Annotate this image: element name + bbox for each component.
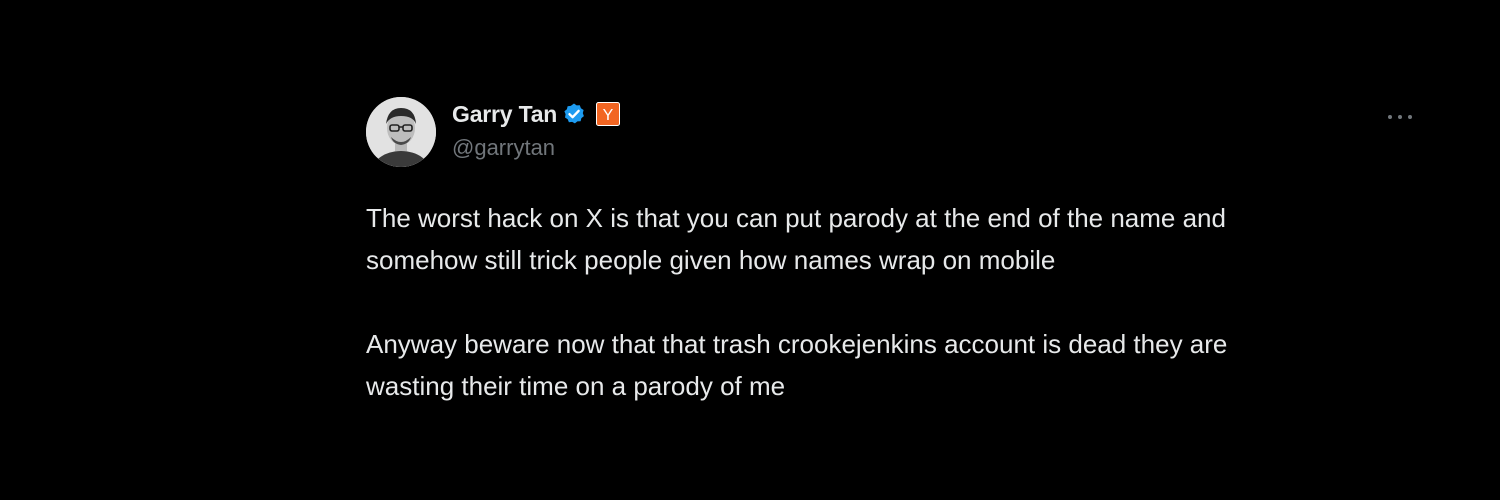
more-dot	[1408, 115, 1412, 119]
tweet-text-line: Anyway beware now that that trash crooke…	[366, 329, 1228, 359]
tweet-card: Garry Tan Y @garrytan The worst hack on …	[366, 97, 1418, 417]
verified-badge-icon	[562, 102, 586, 126]
author-name-row: Garry Tan Y	[452, 99, 621, 129]
tweet-text: The worst hack on X is that you can put …	[366, 197, 1406, 407]
author-handle[interactable]: @garrytan	[452, 135, 620, 161]
tweet-text-line: somehow still trick people given how nam…	[366, 245, 1056, 275]
affiliate-badge-letter: Y	[603, 107, 614, 124]
tweet-text-line: The worst hack on X is that you can put …	[366, 203, 1226, 233]
more-horizontal-icon[interactable]	[1388, 109, 1412, 125]
author-display-name[interactable]: Garry Tan	[452, 101, 557, 128]
more-dot	[1388, 115, 1392, 119]
more-dot	[1398, 115, 1402, 119]
tweet-text-line: wasting their time on a parody of me	[366, 371, 786, 401]
y-combinator-badge-icon[interactable]: Y	[596, 102, 621, 126]
avatar[interactable]	[366, 97, 436, 167]
avatar-photo-icon	[366, 97, 436, 167]
author-block: Garry Tan Y @garrytan	[452, 99, 621, 161]
